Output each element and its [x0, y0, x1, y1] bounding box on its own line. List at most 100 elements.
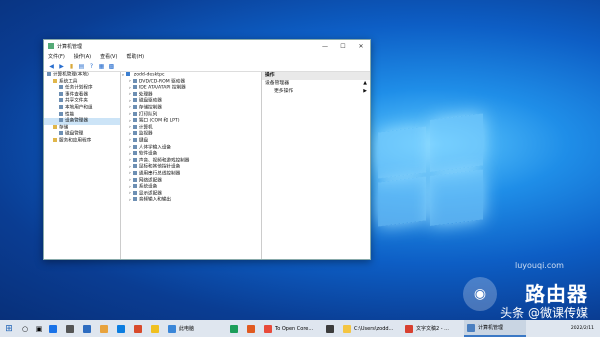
nav-item[interactable]: 共享文件夹	[44, 98, 120, 105]
chevron-up-icon[interactable]: ▲	[363, 80, 367, 88]
taskbar-app[interactable]: 此电脑	[165, 320, 227, 337]
start-button[interactable]: ⊞	[0, 320, 18, 337]
computer-management-window[interactable]: 计算机管理 — ☐ ✕ 文件(F) 操作(A) 查看(V) 帮助(H) ◀ ▶ …	[43, 39, 371, 260]
menu-view[interactable]: 查看(V)	[100, 53, 117, 60]
taskbar-app[interactable]	[114, 320, 131, 337]
menu-help[interactable]: 帮助(H)	[126, 53, 144, 60]
expand-icon[interactable]: ›	[129, 86, 131, 91]
device-category[interactable]: › 软件设备	[121, 151, 261, 158]
device-category[interactable]: › DVD/CD-ROM 驱动器	[121, 78, 261, 86]
device-category[interactable]: › 处理器	[121, 91, 261, 99]
nav-item[interactable]: 计算机管理(本地)	[44, 72, 120, 79]
device-category[interactable]: › 磁盘驱动器	[121, 98, 261, 105]
device-category[interactable]: › 系统设备	[121, 184, 261, 191]
device-category[interactable]: › 音频输入和输出	[121, 197, 261, 204]
nav-item[interactable]: 设备管理器	[44, 118, 120, 125]
expand-icon[interactable]: ›	[129, 185, 131, 190]
taskbar: ⊞ ○ ▣ 此电脑 To Open Core... C:\Users\zodd...…	[0, 320, 600, 337]
device-root[interactable]: ⌄ zodd-desktpc	[121, 72, 261, 79]
expand-icon[interactable]: ›	[129, 99, 131, 104]
taskbar-app-label: 此电脑	[179, 326, 195, 332]
device-icon	[132, 144, 137, 149]
device-category[interactable]: › 存储控制器	[121, 104, 261, 112]
device-category[interactable]: › 监视器	[121, 131, 261, 138]
device-category[interactable]: › 鼠标和其他指针设备	[121, 164, 261, 171]
taskbar-app[interactable]	[227, 320, 244, 337]
taskbar-app[interactable]: C:\Users\zodd...	[340, 320, 402, 337]
device-category[interactable]: › IDE ATA/ATAPI 控制器	[121, 85, 261, 92]
menu-bar: 文件(F) 操作(A) 查看(V) 帮助(H)	[44, 52, 370, 61]
task-view-button[interactable]: ▣	[32, 320, 46, 337]
app-icon	[151, 324, 159, 333]
up-folder-icon[interactable]: ▮	[68, 63, 75, 70]
clock[interactable]: 2022/2/11	[571, 326, 600, 332]
device-category[interactable]: › 计算机	[121, 124, 261, 132]
nav-item[interactable]: 系统工具	[44, 78, 120, 86]
minimize-icon[interactable]: —	[316, 43, 334, 50]
device-category[interactable]: › 键盘	[121, 137, 261, 145]
device-category[interactable]: › 打印队列	[121, 111, 261, 119]
close-icon[interactable]: ✕	[352, 43, 370, 50]
device-category[interactable]: › 端口 (COM 和 LPT)	[121, 118, 261, 125]
device-category[interactable]: › 网络适配器	[121, 177, 261, 185]
taskbar-app[interactable]: To Open Core...	[261, 320, 323, 337]
expand-icon[interactable]: ›	[129, 119, 131, 124]
expand-icon[interactable]: ›	[129, 171, 131, 176]
expand-icon[interactable]: ›	[129, 112, 131, 117]
device-category[interactable]: › 通用串行总线控制器	[121, 170, 261, 178]
expand-icon[interactable]: ›	[129, 198, 131, 203]
expand-icon[interactable]: ›	[129, 92, 131, 97]
expand-icon[interactable]: ›	[129, 152, 131, 157]
taskbar-app[interactable]	[244, 320, 261, 337]
forward-icon[interactable]: ▶	[58, 63, 65, 70]
nav-item[interactable]: 存储	[44, 124, 120, 132]
taskbar-app[interactable]	[323, 320, 340, 337]
expand-icon[interactable]: ›	[129, 178, 131, 183]
taskbar-app[interactable]	[63, 320, 80, 337]
expand-icon[interactable]: ›	[129, 165, 131, 170]
back-icon[interactable]: ◀	[48, 63, 55, 70]
nav-item[interactable]: 事件查看器	[44, 91, 120, 99]
collapse-icon[interactable]: ⌄	[121, 73, 125, 78]
expand-icon[interactable]: ›	[129, 125, 131, 130]
search-button[interactable]: ○	[18, 320, 32, 337]
app-icon	[48, 43, 54, 49]
app-icon	[264, 324, 272, 333]
expand-icon[interactable]: ›	[129, 138, 131, 143]
device-icon	[132, 151, 137, 156]
taskbar-app[interactable]	[148, 320, 165, 337]
actions-section[interactable]: 设备管理器 ▲	[262, 80, 370, 88]
taskbar-app[interactable]	[46, 320, 63, 337]
taskbar-app[interactable]: 计算机管理	[464, 320, 526, 337]
nav-item[interactable]: 磁盘管理	[44, 131, 120, 138]
more-actions[interactable]: 更多操作 ▶	[262, 88, 370, 96]
nav-item[interactable]: 性能	[44, 111, 120, 119]
expand-icon[interactable]: ›	[129, 79, 131, 84]
title-bar[interactable]: 计算机管理 — ☐ ✕	[44, 40, 370, 52]
expand-icon[interactable]: ›	[129, 191, 131, 196]
taskbar-app[interactable]: 文字文稿2 - ...	[402, 320, 464, 337]
expand-icon[interactable]: ›	[129, 105, 131, 110]
storage-icon	[53, 124, 57, 129]
taskbar-app[interactable]	[80, 320, 97, 337]
expand-icon[interactable]: ›	[129, 132, 131, 137]
expand-icon[interactable]: ›	[129, 145, 131, 150]
taskbar-app[interactable]	[97, 320, 114, 337]
nav-item[interactable]: 服务和应用程序	[44, 137, 120, 145]
properties-icon[interactable]: ▦	[98, 63, 105, 70]
menu-file[interactable]: 文件(F)	[48, 53, 65, 60]
show-tree-icon[interactable]: ▤	[78, 63, 85, 70]
device-category[interactable]: › 人体学输入设备	[121, 144, 261, 152]
device-category[interactable]: › 显示适配器	[121, 190, 261, 198]
maximize-icon[interactable]: ☐	[334, 43, 352, 50]
device-category-label: 键盘	[138, 138, 149, 144]
help-icon[interactable]: ?	[88, 63, 95, 70]
device-list: ⌄ zodd-desktpc › DVD/CD-ROM 驱动器 › IDE ATA/A…	[121, 72, 262, 259]
scan-icon[interactable]: ▩	[108, 63, 115, 70]
nav-item[interactable]: 任务计划程序	[44, 85, 120, 92]
expand-icon[interactable]: ›	[129, 158, 131, 163]
taskbar-app[interactable]	[131, 320, 148, 337]
nav-item[interactable]: 本地用户和组	[44, 104, 120, 112]
device-category[interactable]: › 声音、视频和游戏控制器	[121, 157, 261, 165]
menu-action[interactable]: 操作(A)	[74, 53, 91, 60]
